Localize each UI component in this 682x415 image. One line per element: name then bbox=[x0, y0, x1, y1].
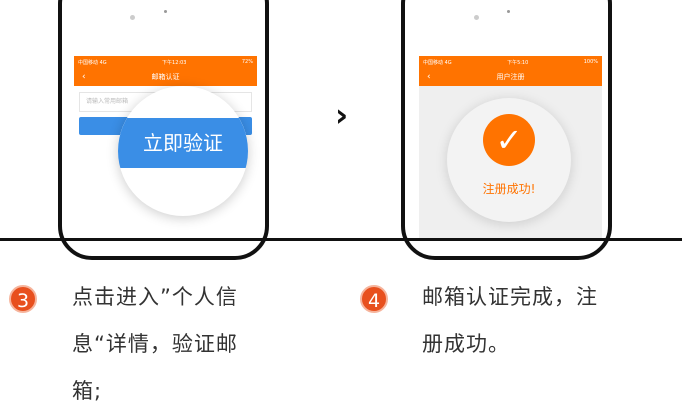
battery: 100% bbox=[583, 59, 598, 65]
baseline-divider bbox=[0, 238, 682, 241]
back-icon[interactable]: ‹ bbox=[82, 72, 86, 82]
time: 下午5:10 bbox=[507, 59, 529, 66]
text-line: 邮箱认证完成，注 bbox=[422, 285, 598, 309]
battery: 72% bbox=[241, 59, 253, 65]
nav-bar: ‹ 用户注册 bbox=[419, 68, 602, 86]
success-magnifier: ✓ 注册成功! bbox=[447, 98, 571, 222]
magnifier: 立即验证 bbox=[118, 86, 248, 216]
time: 下午12:03 bbox=[162, 59, 187, 66]
step-4-text: 邮箱认证完成，注 册成功。 bbox=[422, 274, 598, 368]
nav-title: 邮箱认证 bbox=[151, 73, 180, 81]
status-bar: 中国移动 4G 下午12:03 72% bbox=[74, 56, 257, 68]
carrier: 中国移动 4G bbox=[78, 59, 107, 66]
success-text: 注册成功! bbox=[482, 182, 536, 196]
step-number-3: 3 bbox=[9, 285, 37, 313]
sensor-dot bbox=[164, 10, 167, 13]
text-line: 册成功。 bbox=[422, 332, 510, 356]
step-3-text: 点击进入”个人信 息“详情，验证邮 箱; bbox=[72, 274, 238, 415]
camera-dot bbox=[474, 15, 479, 20]
status-bar: 中国移动 4G 下午5:10 100% bbox=[419, 56, 602, 68]
text-line: 点击进入”个人信 bbox=[72, 285, 238, 309]
camera-dot bbox=[130, 15, 135, 20]
nav-title: 用户注册 bbox=[496, 73, 525, 81]
nav-bar: ‹ 邮箱认证 bbox=[74, 68, 257, 86]
back-icon[interactable]: ‹ bbox=[427, 72, 431, 82]
text-line: 箱; bbox=[72, 379, 103, 403]
step-number-4: 4 bbox=[360, 285, 388, 313]
verify-button[interactable]: 立即验证 bbox=[118, 118, 248, 168]
carrier: 中国移动 4G bbox=[423, 59, 452, 66]
sensor-dot bbox=[507, 10, 510, 13]
check-icon: ✓ bbox=[483, 114, 535, 166]
next-arrow-icon: › bbox=[335, 96, 349, 134]
text-line: 息“详情，验证邮 bbox=[72, 332, 238, 356]
